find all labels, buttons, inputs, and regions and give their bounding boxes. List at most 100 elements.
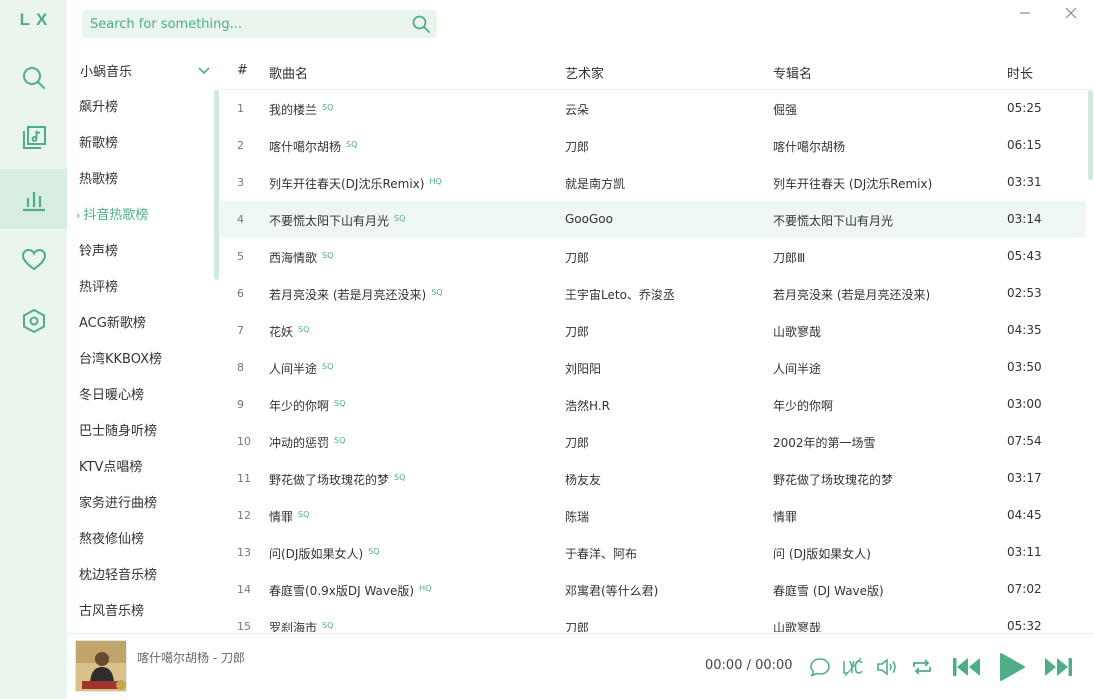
song-album-text: 山歌寥哉 — [773, 325, 822, 339]
comment-button[interactable] — [809, 656, 831, 678]
song-title: 列车开往春天(DJ沈乐Remix) HQ — [269, 175, 442, 192]
quality-badge: SQ — [322, 251, 334, 260]
row-number-text: 9 — [237, 398, 244, 411]
leaderboard-item-label: KTV点唱榜 — [79, 460, 143, 475]
skip-next-icon — [1045, 658, 1072, 676]
song-album-text: 人间半途 — [773, 362, 822, 376]
nav-song-list-button[interactable] — [0, 108, 67, 168]
row-number: 3 — [237, 176, 244, 189]
leaderboard-item[interactable]: 家务进行曲榜 — [68, 486, 214, 522]
album-cover-art — [76, 641, 126, 691]
table-row[interactable]: 5 西海情歌 SQ 刀郎 刀郎Ⅲ 05:43 — [220, 238, 1086, 275]
minimize-button[interactable] — [1016, 4, 1034, 22]
table-row[interactable]: 11 野花做了场玫瑰花的梦 SQ 杨友友 野花做了场玫瑰花的梦 03:17 — [220, 460, 1086, 497]
close-button[interactable] — [1062, 4, 1080, 22]
table-row[interactable]: 6 若月亮没来 (若是月亮还没来) SQ 王宇宙Leto、乔浚丞 若月亮没来 (若是月亮… — [220, 275, 1086, 312]
song-album-text: 年少的你啊 — [773, 399, 834, 413]
song-artist-text: 陈瑞 — [565, 510, 590, 524]
song-title-text: 年少的你啊 — [269, 399, 330, 413]
song-title: 不要慌太阳下山有月光 SQ — [269, 212, 405, 229]
repeat-mode-button[interactable] — [911, 656, 933, 678]
leaderboard-item[interactable]: 台湾KKBOX榜 — [68, 342, 214, 378]
row-number: 9 — [237, 398, 244, 411]
leaderboard-item[interactable]: 枕边轻音乐榜 — [68, 558, 214, 594]
leaderboard-item[interactable]: 热评榜 — [68, 270, 214, 306]
table-row[interactable]: 12 情罪 SQ 陈瑞 情罪 04:45 — [220, 497, 1086, 534]
nav-favorites-button[interactable] — [0, 230, 67, 290]
leaderboard-item[interactable]: 古风音乐榜 — [68, 594, 214, 630]
song-album: 刀郎Ⅲ — [773, 249, 805, 266]
song-album-text: 野花做了场玫瑰花的梦 — [773, 473, 894, 487]
quality-badge: SQ — [322, 103, 334, 112]
song-title: 年少的你啊 SQ — [269, 397, 345, 414]
nav-search-button[interactable] — [0, 48, 67, 108]
song-album: 山歌寥哉 — [773, 619, 821, 632]
leaderboard-item[interactable]: ACG新歌榜 — [68, 306, 214, 342]
play-button[interactable] — [998, 652, 1026, 682]
leaderboard-item[interactable]: 冬日暖心榜 — [68, 378, 214, 414]
table-row[interactable]: 8 人间半途 SQ 刘阳阳 人间半途 03:50 — [220, 349, 1086, 386]
row-number-text: 2 — [237, 139, 244, 152]
song-album-text: 2002年的第一场雪 — [773, 436, 876, 450]
table-row[interactable]: 9 年少的你啊 SQ 浩然H.R 年少的你啊 03:00 — [220, 386, 1086, 423]
leaderboard-item[interactable]: › 抖音热歌榜 — [68, 198, 214, 234]
search-box — [82, 10, 437, 38]
song-artist: 刀郎 — [565, 138, 589, 155]
search-input[interactable] — [82, 10, 402, 38]
song-title-text: 问(DJ版如果女人) — [269, 547, 364, 561]
song-title-text: 花妖 — [269, 325, 294, 339]
song-artist-text: 邓寓君(等什么君) — [565, 584, 659, 598]
song-artist-text: 于春洋、阿布 — [565, 547, 638, 561]
lyrics-icon — [843, 657, 863, 677]
leaderboard-item-label: ACG新歌榜 — [79, 316, 146, 331]
leaderboard-item[interactable]: 热歌榜 — [68, 162, 214, 198]
quality-badge: SQ — [394, 473, 406, 482]
table-row[interactable]: 10 冲动的惩罚 SQ 刀郎 2002年的第一场雪 07:54 — [220, 423, 1086, 460]
leaderboard-item[interactable]: 熬夜修仙榜 — [68, 522, 214, 558]
next-track-button[interactable] — [1043, 653, 1073, 681]
nav-leaderboard-button[interactable] — [0, 169, 67, 229]
song-album-text: 不要慌太阳下山有月光 — [773, 214, 894, 228]
song-duration: 05:32 — [1007, 619, 1042, 632]
lyrics-button[interactable] — [842, 656, 864, 678]
table-row[interactable]: 15 罗刹海市 SQ 刀郎 山歌寥哉 05:32 — [220, 608, 1086, 632]
search-icon — [22, 67, 45, 89]
song-artist-text: 王宇宙Leto、乔浚丞 — [565, 288, 675, 302]
header-title: 歌曲名 — [269, 67, 309, 82]
leaderboard-item[interactable]: 新歌榜 — [68, 126, 214, 162]
song-album: 山歌寥哉 — [773, 323, 821, 340]
leaderboard-item[interactable]: KTV点唱榜 — [68, 450, 214, 486]
leaderboard-item[interactable]: 飙升榜 — [68, 90, 214, 126]
row-number-text: 11 — [237, 472, 251, 485]
table-row[interactable]: 14 春庭雪(0.9x版DJ Wave版) HQ 邓寓君(等什么君) 春庭雪 (DJ W… — [220, 571, 1086, 608]
nav-settings-button[interactable] — [0, 291, 67, 351]
song-album-text: 情罪 — [773, 510, 798, 524]
song-album-text: 列车开往春天 (DJ沈乐Remix) — [773, 177, 933, 191]
previous-track-button[interactable] — [952, 653, 982, 681]
leaderboard-item-label: 古风音乐榜 — [79, 604, 145, 619]
volume-button[interactable] — [875, 656, 899, 678]
song-album: 野花做了场玫瑰花的梦 — [773, 471, 893, 488]
leaderboard-scrollbar[interactable] — [214, 90, 219, 280]
table-row[interactable]: 4 不要慌太阳下山有月光 SQ GooGoo 不要慌太阳下山有月光 03:14 — [220, 201, 1086, 238]
row-number-text: 15 — [237, 620, 251, 632]
song-duration-text: 03:00 — [1007, 397, 1042, 411]
song-artist-text: 浩然H.R — [565, 399, 610, 413]
row-number-text: 3 — [237, 176, 244, 189]
song-title: 春庭雪(0.9x版DJ Wave版) HQ — [269, 582, 431, 599]
album-cover[interactable] — [75, 640, 127, 692]
leaderboard-item[interactable]: 巴士随身听榜 — [68, 414, 214, 450]
table-row[interactable]: 2 喀什噶尔胡杨 SQ 刀郎 喀什噶尔胡杨 06:15 — [220, 127, 1086, 164]
table-scrollbar[interactable] — [1088, 90, 1093, 180]
row-number: 13 — [237, 546, 251, 559]
search-icon[interactable] — [411, 14, 431, 34]
table-row[interactable]: 7 花妖 SQ 刀郎 山歌寥哉 04:35 — [220, 312, 1086, 349]
source-select[interactable]: 小蜗音乐 — [68, 56, 218, 84]
table-row[interactable]: 1 我的楼兰 SQ 云朵 倔强 05:25 — [220, 90, 1086, 127]
song-artist: 刀郎 — [565, 619, 589, 632]
minimize-icon — [1020, 12, 1030, 14]
song-duration: 07:02 — [1007, 582, 1042, 596]
leaderboard-item[interactable]: 铃声榜 — [68, 234, 214, 270]
table-row[interactable]: 13 问(DJ版如果女人) SQ 于春洋、阿布 问 (DJ版如果女人) 03:11 — [220, 534, 1086, 571]
table-row[interactable]: 3 列车开往春天(DJ沈乐Remix) HQ 就是南方凯 列车开往春天 (DJ沈乐Rem… — [220, 164, 1086, 201]
